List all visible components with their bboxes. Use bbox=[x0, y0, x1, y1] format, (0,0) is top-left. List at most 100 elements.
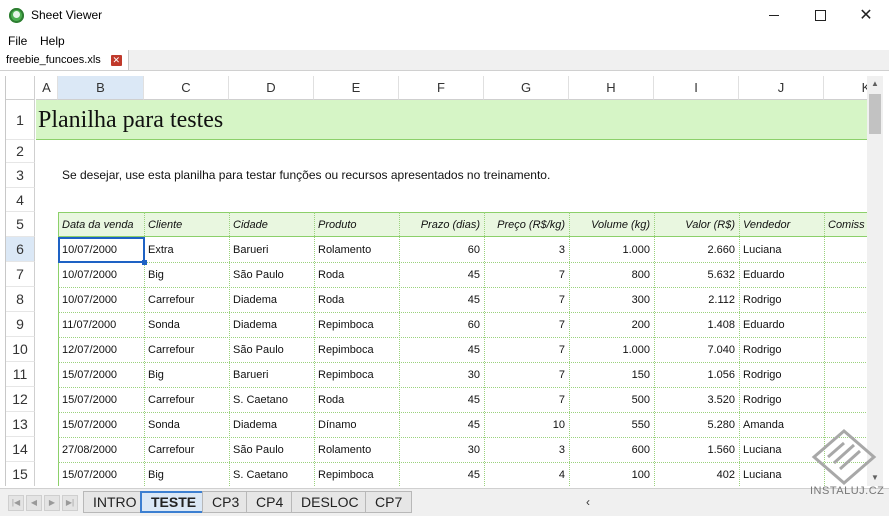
table-header-cell[interactable]: Cidade bbox=[229, 212, 314, 237]
table-header-cell[interactable]: Vendedor bbox=[739, 212, 824, 237]
minimize-button[interactable] bbox=[751, 0, 797, 31]
table-cell[interactable]: 7 bbox=[484, 287, 569, 312]
table-cell[interactable]: 7.040 bbox=[654, 337, 739, 362]
table-cell[interactable]: 1.408 bbox=[654, 312, 739, 337]
row-header-8[interactable]: 8 bbox=[6, 287, 35, 312]
table-cell[interactable]: 7 bbox=[484, 262, 569, 287]
table-cell[interactable]: Dínamo bbox=[314, 412, 399, 437]
scrollbar-thumb[interactable] bbox=[869, 94, 881, 134]
table-cell[interactable]: 45 bbox=[399, 337, 484, 362]
column-header-g[interactable]: G bbox=[484, 76, 569, 100]
table-cell[interactable]: 7 bbox=[484, 362, 569, 387]
table-cell[interactable]: Repimboca bbox=[314, 362, 399, 387]
row-header-1[interactable]: 1 bbox=[6, 100, 35, 140]
table-cell[interactable]: 11/07/2000 bbox=[58, 312, 144, 337]
table-cell[interactable]: Big bbox=[144, 462, 229, 486]
table-cell[interactable]: 30 bbox=[399, 437, 484, 462]
sheet-tab-cp7[interactable]: CP7 bbox=[365, 491, 413, 513]
column-header-f[interactable]: F bbox=[399, 76, 484, 100]
row-header-7[interactable]: 7 bbox=[6, 262, 35, 287]
next-sheet-icon[interactable]: ▶ bbox=[44, 495, 60, 511]
table-cell[interactable]: Repimboca bbox=[314, 312, 399, 337]
table-cell[interactable]: Diadema bbox=[229, 312, 314, 337]
sheet-tab-cp3[interactable]: CP3 bbox=[202, 491, 250, 513]
sheet-tab-desloc[interactable]: DESLOC bbox=[291, 491, 369, 513]
table-cell[interactable]: Repimboca bbox=[314, 337, 399, 362]
table-cell[interactable]: 1.000 bbox=[569, 237, 654, 262]
row-header-6[interactable]: 6 bbox=[6, 237, 35, 262]
table-cell[interactable]: 45 bbox=[399, 462, 484, 486]
fill-handle[interactable] bbox=[142, 260, 147, 265]
table-cell[interactable]: Roda bbox=[314, 287, 399, 312]
table-cell[interactable]: 3 bbox=[484, 437, 569, 462]
table-header-cell[interactable]: Produto bbox=[314, 212, 399, 237]
table-cell[interactable]: 150 bbox=[569, 362, 654, 387]
file-tab[interactable]: freebie_funcoes.xls ✕ bbox=[0, 50, 129, 70]
table-cell[interactable]: 15/07/2000 bbox=[58, 462, 144, 486]
table-cell[interactable]: 2.660 bbox=[654, 237, 739, 262]
table-cell[interactable]: Eduardo bbox=[739, 312, 824, 337]
menu-file[interactable]: File bbox=[8, 34, 27, 48]
sheet-tab-intro[interactable]: INTRO bbox=[83, 491, 147, 513]
table-cell[interactable]: Rolamento bbox=[314, 237, 399, 262]
table-cell[interactable]: S. Caetano bbox=[229, 462, 314, 486]
row-header-12[interactable]: 12 bbox=[6, 387, 35, 412]
table-cell[interactable]: 7 bbox=[484, 312, 569, 337]
table-cell[interactable]: São Paulo bbox=[229, 337, 314, 362]
table-cell[interactable]: 30 bbox=[399, 362, 484, 387]
column-header-a[interactable]: A bbox=[36, 76, 58, 100]
scroll-left-icon[interactable]: ‹ bbox=[580, 493, 596, 511]
table-cell[interactable]: Diadema bbox=[229, 287, 314, 312]
table-cell[interactable]: 1.000 bbox=[569, 337, 654, 362]
table-cell[interactable]: São Paulo bbox=[229, 437, 314, 462]
table-cell[interactable]: 45 bbox=[399, 412, 484, 437]
column-header-i[interactable]: I bbox=[654, 76, 739, 100]
menu-help[interactable]: Help bbox=[40, 34, 65, 48]
table-cell[interactable]: 550 bbox=[569, 412, 654, 437]
table-header-cell[interactable]: Prazo (dias) bbox=[399, 212, 484, 237]
table-cell[interactable]: Carrefour bbox=[144, 337, 229, 362]
table-cell[interactable]: Barueri bbox=[229, 362, 314, 387]
table-cell[interactable]: Carrefour bbox=[144, 287, 229, 312]
table-cell[interactable]: 3 bbox=[484, 237, 569, 262]
sheet-tab-cp4[interactable]: CP4 bbox=[246, 491, 294, 513]
table-cell[interactable]: São Paulo bbox=[229, 262, 314, 287]
table-cell[interactable]: 10/07/2000 bbox=[58, 262, 144, 287]
table-cell[interactable]: S. Caetano bbox=[229, 387, 314, 412]
close-button[interactable]: ✕ bbox=[843, 0, 889, 31]
column-header-c[interactable]: C bbox=[144, 76, 229, 100]
last-sheet-icon[interactable]: ▶| bbox=[62, 495, 78, 511]
table-cell[interactable]: 7 bbox=[484, 337, 569, 362]
column-header-d[interactable]: D bbox=[229, 76, 314, 100]
table-cell[interactable]: 300 bbox=[569, 287, 654, 312]
column-header-b[interactable]: B bbox=[58, 76, 144, 100]
table-cell[interactable]: Diadema bbox=[229, 412, 314, 437]
row-header-13[interactable]: 13 bbox=[6, 412, 35, 437]
close-tab-icon[interactable]: ✕ bbox=[110, 54, 122, 66]
table-cell[interactable]: Rodrigo bbox=[739, 287, 824, 312]
table-cell[interactable]: 12/07/2000 bbox=[58, 337, 144, 362]
row-header-10[interactable]: 10 bbox=[6, 337, 35, 362]
column-header-j[interactable]: J bbox=[739, 76, 824, 100]
sheet-tab-teste[interactable]: TESTE bbox=[140, 491, 208, 513]
row-header-2[interactable]: 2 bbox=[6, 140, 35, 163]
table-cell[interactable]: 500 bbox=[569, 387, 654, 412]
table-cell[interactable]: 1.056 bbox=[654, 362, 739, 387]
table-cell[interactable]: 45 bbox=[399, 287, 484, 312]
table-cell[interactable]: 15/07/2000 bbox=[58, 387, 144, 412]
table-cell[interactable]: 600 bbox=[569, 437, 654, 462]
table-cell[interactable]: 45 bbox=[399, 262, 484, 287]
table-header-cell[interactable]: Data da venda bbox=[58, 212, 144, 237]
table-cell[interactable]: 60 bbox=[399, 312, 484, 337]
row-header-15[interactable]: 15 bbox=[6, 462, 35, 486]
table-cell[interactable]: Rodrigo bbox=[739, 337, 824, 362]
column-header-k[interactable]: K bbox=[824, 76, 868, 100]
table-cell[interactable]: 15/07/2000 bbox=[58, 362, 144, 387]
table-cell[interactable]: 402 bbox=[654, 462, 739, 486]
table-cell[interactable]: 27/08/2000 bbox=[58, 437, 144, 462]
table-cell[interactable]: 15/07/2000 bbox=[58, 412, 144, 437]
table-cell[interactable]: 7 bbox=[484, 387, 569, 412]
table-cell[interactable]: 1.560 bbox=[654, 437, 739, 462]
spreadsheet-grid[interactable]: Planilha para testes Se desejar, use est… bbox=[5, 76, 868, 486]
table-cell[interactable]: Carrefour bbox=[144, 437, 229, 462]
